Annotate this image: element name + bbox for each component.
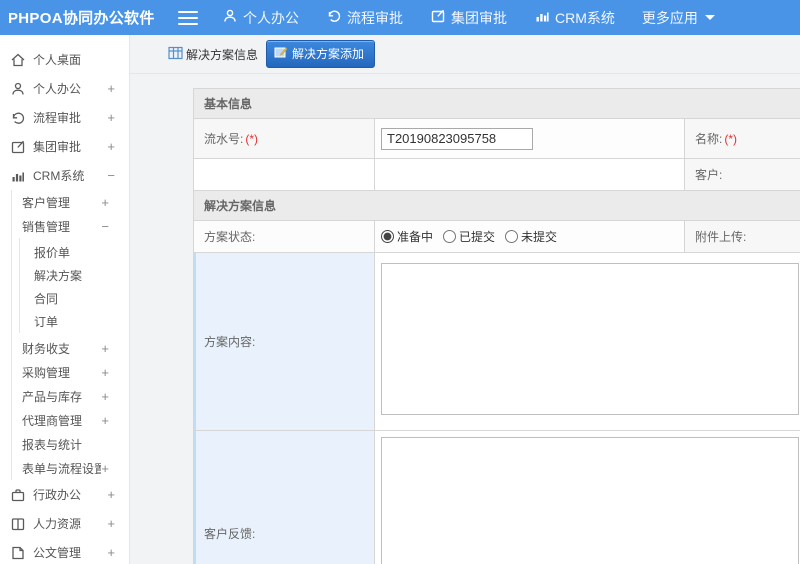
radio-submitted[interactable]: 已提交 [443,228,495,245]
section-basic-info: 基本信息 [192,88,800,119]
sidebar-item-agent-mgmt[interactable]: 代理商管理 + [12,408,129,432]
history-icon [10,110,26,126]
tab-solution-info[interactable]: 解决方案信息 [168,46,258,63]
serial-input[interactable] [381,127,533,150]
feedback-textarea[interactable] [381,437,799,564]
sidebar-item-product-inventory[interactable]: 产品与库存 + [12,384,129,408]
sidebar-item-order[interactable]: 订单 [20,310,129,333]
add-edit-icon [274,46,292,62]
nav-more-apps[interactable]: 更多应用 [642,8,715,28]
main-content: 解决方案信息 解决方案添加 基本信息 流水号: (*) T20190823095… [130,35,800,564]
nav-label: CRM系统 [555,9,615,26]
nav-label: 流程审批 [347,9,403,26]
document-icon [10,545,26,561]
section-solution-info: 解决方案信息 [192,190,800,221]
sidebar: 个人桌面 个人办公 + 流程审批 + 集团审批 + CRM系统 − 客户管理 + [0,35,130,564]
edit-square-icon [430,8,451,27]
sidebar-item-sales-mgmt[interactable]: 销售管理 − [12,214,129,238]
nav-group-approval[interactable]: 集团审批 [430,8,507,28]
required-mark: (*) [245,132,259,146]
tab-strip: 解决方案信息 解决方案添加 [130,35,800,74]
top-bar: PHPOA协同办公软件 个人办公 流程审批 集团审批 CRM系统 更多应用 [0,0,800,35]
nav-label: 个人办公 [243,9,299,26]
sidebar-item-solution[interactable]: 解决方案 [20,264,129,287]
content-label: 方案内容: [193,252,375,431]
table-grid-icon [168,46,186,63]
nav-personal-office[interactable]: 个人办公 [222,8,299,28]
sidebar-item-contract[interactable]: 合同 [20,287,129,310]
app-window: PHPOA协同办公软件 个人办公 流程审批 集团审批 CRM系统 更多应用 个人… [0,0,800,564]
edit-square-icon [10,139,26,155]
solution-form: 基本信息 流水号:(*) 名称:(*) 客户: [192,88,800,564]
nav-label: 集团审批 [451,9,507,26]
sidebar-item-personal-desktop[interactable]: 个人桌面 [0,45,129,74]
sales-submenu: 报价单 解决方案 合同 订单 [19,238,129,333]
caret-down-icon [704,15,715,20]
required-mark: (*) [724,132,738,146]
customer-label: 客户: [684,158,800,191]
nav-crm-system[interactable]: CRM系统 [534,8,615,28]
sidebar-item-purchasing[interactable]: 采购管理 + [12,360,129,384]
solution-add-button[interactable]: 解决方案添加 [266,40,376,68]
hamburger-menu-icon[interactable] [178,10,198,25]
sidebar-item-reports-stats[interactable]: 报表与统计 [12,432,129,456]
user-icon [222,8,243,27]
sidebar-item-finance[interactable]: 财务收支 + [12,336,129,360]
status-radio-group: 准备中 已提交 未提交 [381,228,684,245]
user-icon [10,81,26,97]
status-label: 方案状态: [193,220,375,253]
sidebar-item-quotation[interactable]: 报价单 [20,241,129,264]
bar-chart-icon [10,168,26,184]
app-title: PHPOA协同办公软件 [8,10,155,27]
feedback-label: 客户反馈: [193,430,375,564]
nav-label: 更多应用 [641,9,698,26]
name-label: 名称: (*) [684,118,800,159]
sidebar-item-crm-system[interactable]: CRM系统 − [0,161,129,190]
sidebar-item-document-mgmt[interactable]: 公文管理 + [0,538,129,564]
top-nav: 个人办公 流程审批 集团审批 CRM系统 更多应用 [222,8,742,28]
sidebar-item-customer-mgmt[interactable]: 客户管理 + [12,190,129,214]
bar-chart-icon [534,8,555,27]
sidebar-item-hr[interactable]: 人力资源 + [0,509,129,538]
briefcase-icon [10,487,26,503]
nav-workflow-approval[interactable]: 流程审批 [326,8,403,28]
sidebar-item-form-workflow-settings[interactable]: 表单与流程设置 + [12,456,129,480]
sidebar-item-personal-office[interactable]: 个人办公 + [0,74,129,103]
sidebar-item-workflow-approval[interactable]: 流程审批 + [0,103,129,132]
attachment-label: 附件上传: [684,220,800,253]
book-icon [10,516,26,532]
sidebar-item-admin-office[interactable]: 行政办公 + [0,480,129,509]
radio-preparing[interactable]: 准备中 [381,228,433,245]
home-icon [10,52,26,68]
content-textarea[interactable] [381,263,799,415]
sidebar-item-group-approval[interactable]: 集团审批 + [0,132,129,161]
serial-label: 流水号: (*) [193,118,375,159]
history-icon [326,8,347,27]
crm-submenu: 客户管理 + 销售管理 − 报价单 解决方案 合同 订单 财务收支 + 采购管理… [11,190,129,480]
radio-not-submitted[interactable]: 未提交 [505,228,557,245]
